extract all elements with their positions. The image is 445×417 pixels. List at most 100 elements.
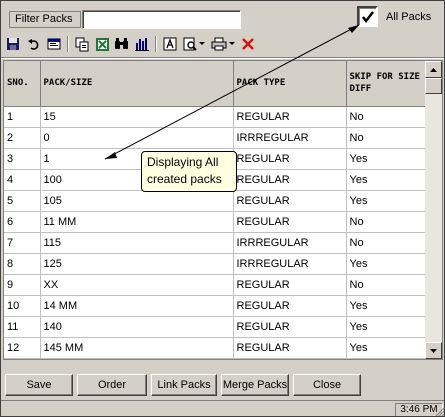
- cell-pack-type: REGULAR: [233, 316, 347, 338]
- cell-pack-size: 115: [40, 232, 234, 254]
- table-row[interactable]: 6 11 MM REGULAR No: [4, 211, 427, 233]
- chevron-down-icon[interactable]: [197, 35, 207, 53]
- cell-sno: 5: [4, 190, 41, 212]
- cell-sno: 9: [4, 274, 41, 296]
- toolbar: [3, 34, 443, 56]
- tooltip-line: created packs: [147, 172, 222, 186]
- cell-pack-size: 14 MM: [40, 295, 234, 317]
- chevron-down-icon[interactable]: [227, 35, 237, 53]
- scroll-up-button[interactable]: [425, 61, 442, 78]
- toolbar-divider: [1, 57, 444, 59]
- table-header-row: SNO. PACK/SIZE PACK TYPE SKIP FOR SIZE D…: [4, 61, 427, 107]
- filter-packs-label: Filter Packs: [9, 11, 81, 28]
- column-header-pack-size[interactable]: PACK/SIZE: [40, 61, 234, 107]
- vertical-scrollbar[interactable]: [425, 61, 442, 359]
- copy-icon[interactable]: [73, 35, 91, 53]
- cell-skip: Yes: [346, 337, 427, 359]
- cell-skip: No: [346, 274, 427, 296]
- cell-skip: No: [346, 106, 427, 128]
- table-row[interactable]: 5 105 REGULAR Yes: [4, 190, 427, 212]
- cell-skip: Yes: [346, 169, 427, 191]
- cell-skip: Yes: [346, 316, 427, 338]
- column-header-pack-type[interactable]: PACK TYPE: [233, 61, 347, 107]
- cell-skip: No: [346, 232, 427, 254]
- cell-pack-type: REGULAR: [233, 148, 347, 170]
- cell-skip: Yes: [346, 190, 427, 212]
- cell-sno: 11: [4, 316, 41, 338]
- print-icon[interactable]: [210, 35, 228, 53]
- arrow-down-icon: [430, 348, 437, 353]
- table-row[interactable]: 2 0 IRRREGULAR No: [4, 127, 427, 149]
- all-packs-label: All Packs: [386, 11, 432, 23]
- cell-pack-size: 105: [40, 190, 234, 212]
- pack-master-window: Filter Packs All Packs SNO. PACK/SIZE PA…: [0, 0, 445, 417]
- cell-pack-type: IRRREGULAR: [233, 232, 347, 254]
- cell-sno: 2: [4, 127, 41, 149]
- cell-skip: Yes: [346, 295, 427, 317]
- toolbar-separator: [67, 36, 69, 52]
- table-row[interactable]: 9 XX REGULAR No: [4, 274, 427, 296]
- tooltip-callout: Displaying All created packs: [141, 151, 237, 192]
- cell-sno: 10: [4, 295, 41, 317]
- tooltip-line: Displaying All: [147, 155, 219, 169]
- cell-pack-type: REGULAR: [233, 190, 347, 212]
- save-button[interactable]: Save: [5, 374, 73, 396]
- cell-sno: 6: [4, 211, 41, 233]
- cell-pack-type: REGULAR: [233, 295, 347, 317]
- font-icon[interactable]: [161, 35, 179, 53]
- table-row[interactable]: 8 125 IRRREGULAR Yes: [4, 253, 427, 275]
- cell-sno: 3: [4, 148, 41, 170]
- cell-skip: No: [346, 127, 427, 149]
- close-button[interactable]: Close: [293, 374, 361, 396]
- cell-pack-type: REGULAR: [233, 211, 347, 233]
- column-header-skip-for-size-diff[interactable]: SKIP FOR SIZE DIFF: [346, 61, 427, 107]
- cell-skip: No: [346, 211, 427, 233]
- packs-table: SNO. PACK/SIZE PACK TYPE SKIP FOR SIZE D…: [4, 61, 427, 359]
- arrow-up-icon: [430, 67, 437, 72]
- cell-pack-type: REGULAR: [233, 274, 347, 296]
- cell-pack-size: 140: [40, 316, 234, 338]
- all-packs-checkbox[interactable]: [357, 6, 378, 27]
- cell-sno: 4: [4, 169, 41, 191]
- table-row[interactable]: 11 140 REGULAR Yes: [4, 316, 427, 338]
- save-icon[interactable]: [4, 35, 22, 53]
- scroll-down-button[interactable]: [425, 342, 442, 359]
- table-row[interactable]: 7 115 IRRREGULAR No: [4, 232, 427, 254]
- chart-icon[interactable]: [133, 35, 151, 53]
- resize-grip-icon[interactable]: [435, 407, 445, 417]
- column-header-sno[interactable]: SNO.: [4, 61, 41, 107]
- cell-pack-type: REGULAR: [233, 337, 347, 359]
- undo-icon[interactable]: [25, 35, 43, 53]
- scroll-thumb[interactable]: [425, 78, 442, 94]
- cell-pack-size: 15: [40, 106, 234, 128]
- cell-skip: Yes: [346, 253, 427, 275]
- find-icon[interactable]: [113, 35, 131, 53]
- cell-pack-size: 0: [40, 127, 234, 149]
- cell-pack-size: 145 MM: [40, 337, 234, 359]
- checkmark-icon: [362, 11, 374, 24]
- cell-sno: 12: [4, 337, 41, 359]
- cell-pack-type: REGULAR: [233, 169, 347, 191]
- table-row[interactable]: 12 145 MM REGULAR Yes: [4, 337, 427, 359]
- cell-pack-type: IRRREGULAR: [233, 253, 347, 275]
- cell-sno: 1: [4, 106, 41, 128]
- delete-icon[interactable]: [239, 35, 257, 53]
- cell-sno: 8: [4, 253, 41, 275]
- table-row[interactable]: 10 14 MM REGULAR Yes: [4, 295, 427, 317]
- cell-pack-size: XX: [40, 274, 234, 296]
- table-row[interactable]: 1 15 REGULAR No: [4, 106, 427, 128]
- status-bar: 3:46 PM: [1, 400, 445, 417]
- merge-packs-button[interactable]: Merge Packs: [221, 374, 289, 396]
- packs-grid[interactable]: SNO. PACK/SIZE PACK TYPE SKIP FOR SIZE D…: [3, 60, 443, 360]
- filter-packs-input[interactable]: [82, 10, 241, 29]
- toolbar-separator: [155, 36, 157, 52]
- excel-icon[interactable]: [93, 35, 111, 53]
- cell-pack-size: 125: [40, 253, 234, 275]
- order-button[interactable]: Order: [77, 374, 147, 396]
- cell-pack-type: REGULAR: [233, 106, 347, 128]
- window-icon[interactable]: [45, 35, 63, 53]
- cell-skip: Yes: [346, 148, 427, 170]
- link-packs-button[interactable]: Link Packs: [151, 374, 217, 396]
- cell-sno: 7: [4, 232, 41, 254]
- cell-pack-size: 11 MM: [40, 211, 234, 233]
